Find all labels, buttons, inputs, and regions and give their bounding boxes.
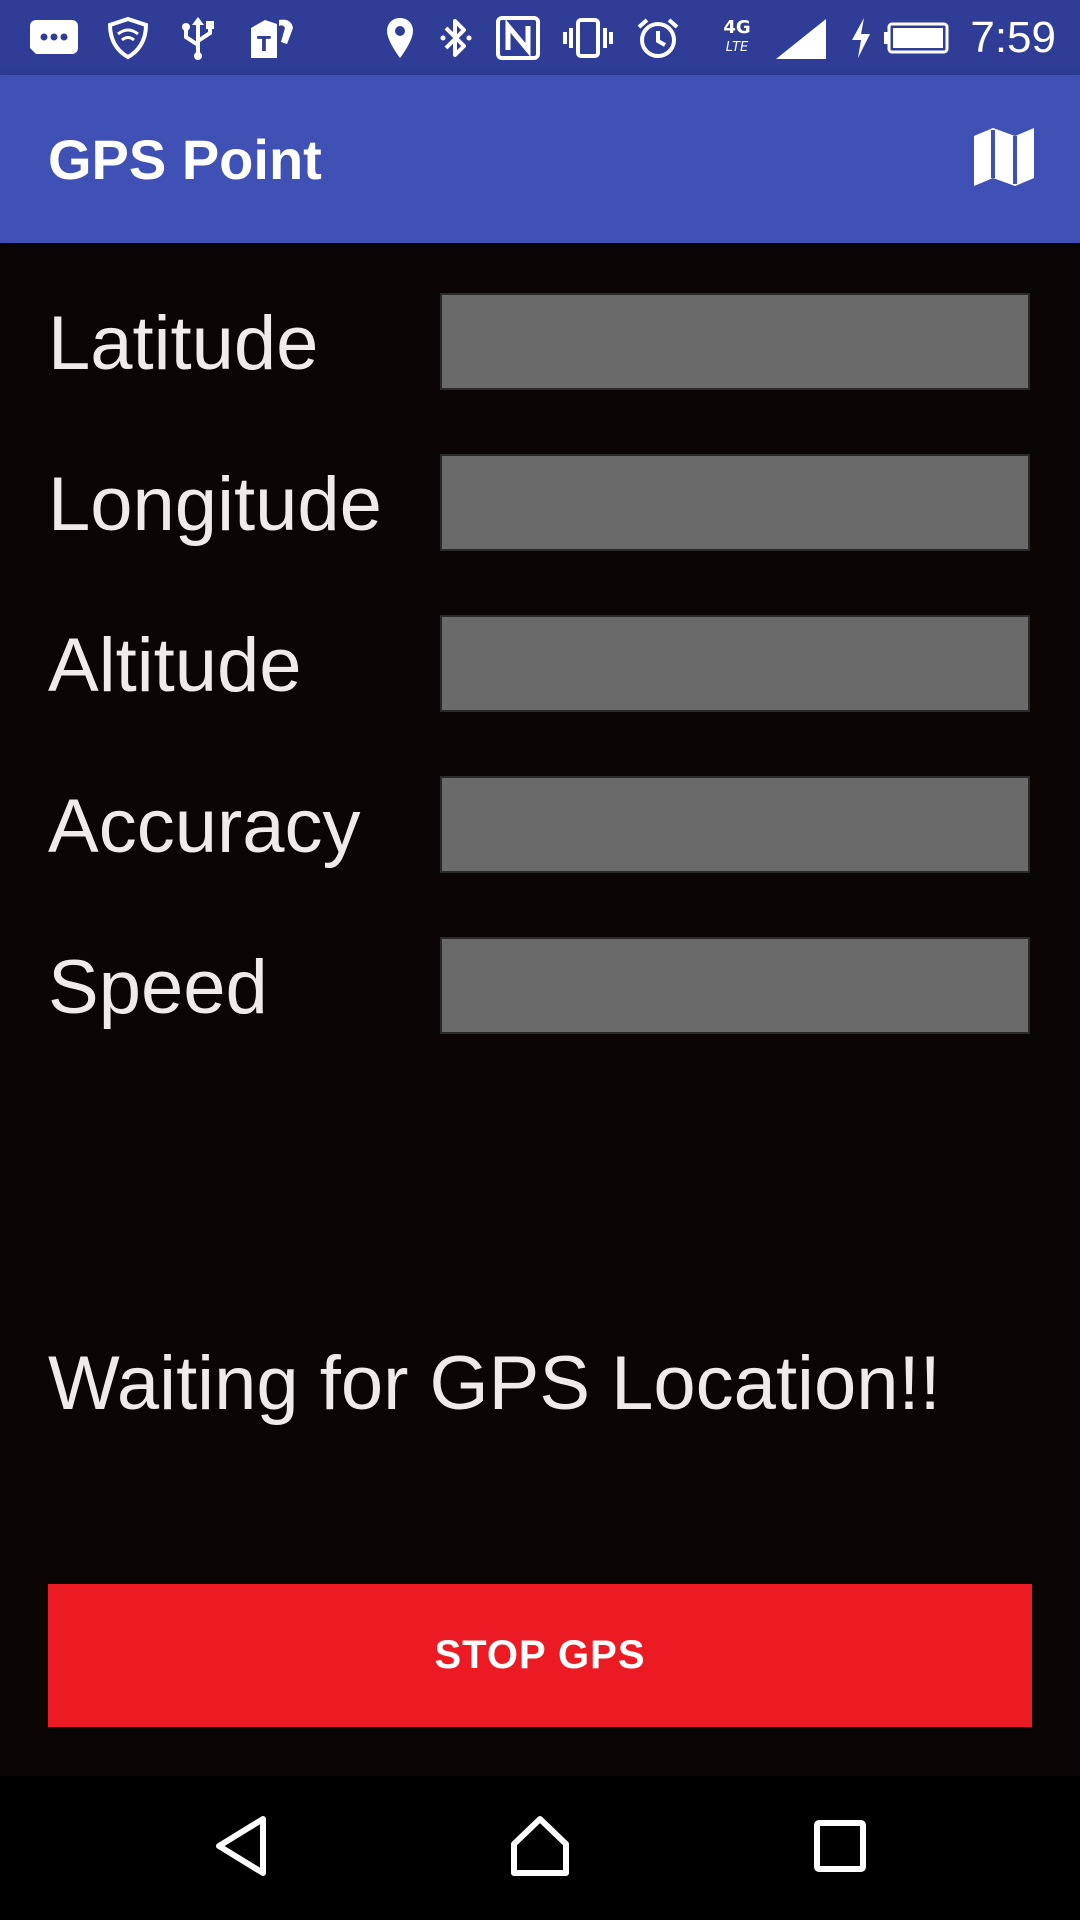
- recents-button[interactable]: [768, 1776, 912, 1920]
- charging-icon: [846, 0, 876, 75]
- latitude-row: Latitude: [0, 293, 1080, 393]
- app-bar: GPS Point: [0, 75, 1080, 243]
- longitude-row: Longitude: [0, 454, 1080, 554]
- altitude-label: Altitude: [48, 622, 302, 708]
- svg-text:T: T: [257, 32, 271, 56]
- speed-field[interactable]: [440, 937, 1030, 1034]
- altitude-row: Altitude: [0, 615, 1080, 715]
- message-icon: [24, 0, 84, 75]
- accuracy-field[interactable]: [440, 776, 1030, 873]
- altitude-field[interactable]: [440, 615, 1030, 712]
- map-button[interactable]: [964, 119, 1044, 199]
- clock: 7:59: [970, 12, 1056, 62]
- nfc-icon: [492, 0, 544, 75]
- gps-status-message: Waiting for GPS Location!!: [48, 1341, 941, 1426]
- map-icon: [971, 124, 1037, 195]
- accuracy-row: Accuracy: [0, 776, 1080, 876]
- app-title: GPS Point: [48, 127, 322, 191]
- latitude-label: Latitude: [48, 300, 319, 386]
- back-button[interactable]: [169, 1776, 313, 1920]
- stop-gps-button[interactable]: STOP GPS: [48, 1584, 1032, 1727]
- signal-icon: [770, 0, 832, 75]
- longitude-field[interactable]: [440, 454, 1030, 551]
- recents-icon: [813, 1819, 867, 1878]
- accuracy-label: Accuracy: [48, 783, 361, 869]
- home-icon: [508, 1814, 572, 1883]
- battery-icon: [882, 0, 952, 75]
- svg-text:LTE: LTE: [726, 40, 749, 55]
- lte-icon: 4G LTE: [714, 0, 760, 75]
- svg-text:4G: 4G: [723, 17, 750, 38]
- vibrate-icon: [560, 0, 616, 75]
- speed-row: Speed: [0, 937, 1080, 1037]
- bluetooth-icon: [434, 0, 478, 75]
- location-icon: [380, 0, 420, 75]
- back-icon: [211, 1814, 271, 1883]
- navigation-bar: [0, 1776, 1080, 1920]
- home-button[interactable]: [468, 1776, 612, 1920]
- alarm-icon: [632, 0, 684, 75]
- usb-icon: [172, 0, 224, 75]
- latitude-field[interactable]: [440, 293, 1030, 390]
- status-bar: T 4G LTE 7:59: [0, 0, 1080, 75]
- vpn-shield-icon: [100, 0, 156, 75]
- tmobile-icon: T: [244, 0, 300, 75]
- longitude-label: Longitude: [48, 461, 382, 547]
- speed-label: Speed: [48, 944, 268, 1030]
